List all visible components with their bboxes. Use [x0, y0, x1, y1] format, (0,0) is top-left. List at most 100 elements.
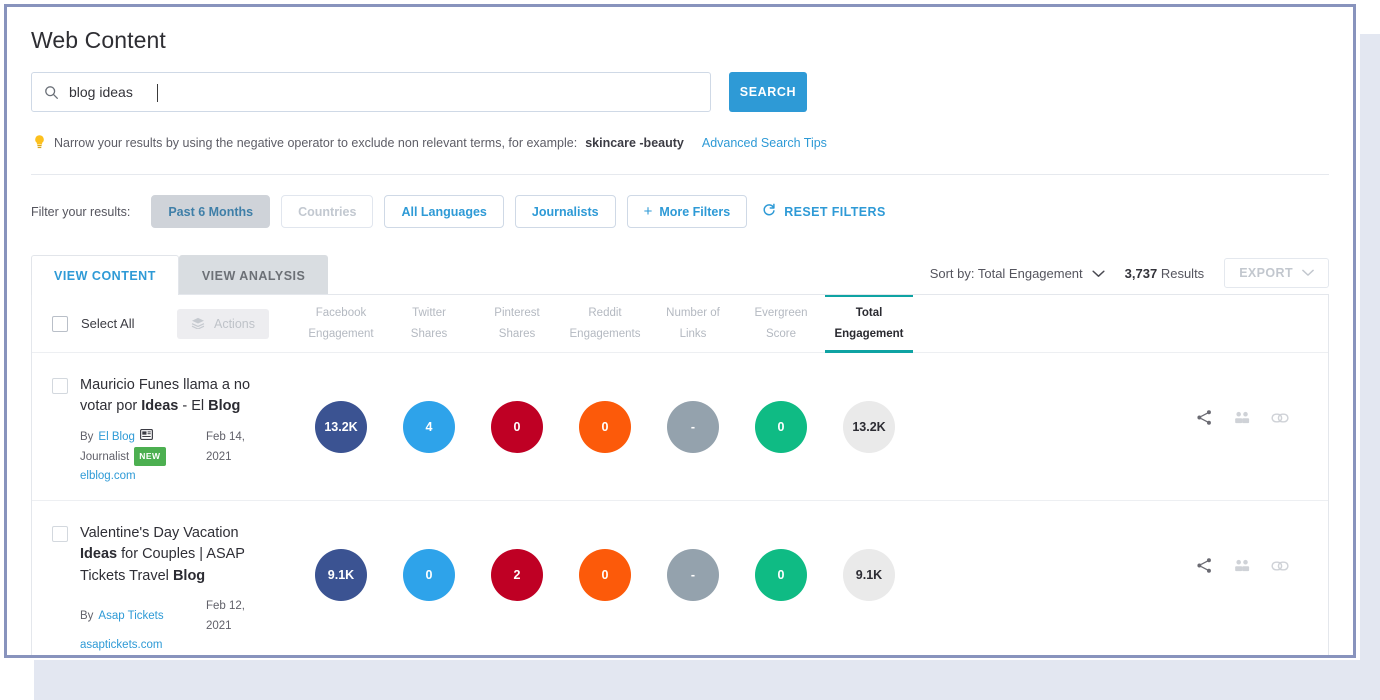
results-count: 3,737 Results [1125, 266, 1205, 281]
share-icon[interactable] [1196, 557, 1213, 574]
result-meta: By El Blog Journalist NEW Feb 14, 2021 [80, 427, 270, 467]
column-label-line2: Engagement [308, 327, 374, 340]
browser-viewport-frame: Web Content SEARCH Narrow your results b… [4, 4, 1356, 658]
journalist-card-icon [139, 427, 153, 447]
share-icon[interactable] [1196, 409, 1213, 426]
column-evergreen-score[interactable]: Evergreen Score [737, 295, 825, 352]
metric-bubble-2: 0 [491, 401, 543, 453]
result-author-block: By El Blog Journalist NEW [80, 427, 200, 467]
web-content-page: Web Content SEARCH Narrow your results b… [7, 7, 1353, 655]
result-domain-link[interactable]: asaptickets.com [80, 639, 270, 651]
result-author-prefix: By [80, 610, 94, 622]
tab-view-analysis[interactable]: VIEW ANALYSIS [178, 255, 329, 295]
metric-cell: 0 [385, 549, 473, 601]
metric-cell: 0 [737, 549, 825, 601]
select-all-checkbox[interactable] [52, 315, 68, 332]
column-facebook-engagement[interactable]: Facebook Engagement [297, 295, 385, 352]
export-label: EXPORT [1239, 266, 1293, 280]
result-info: Mauricio Funes llama a no votar por Idea… [32, 353, 297, 498]
column-label-line1: Number of [666, 307, 720, 320]
metric-cell: 0 [737, 401, 825, 453]
reset-filters-button[interactable]: RESET FILTERS [758, 203, 890, 220]
results-list: Mauricio Funes llama a no votar por Idea… [32, 353, 1328, 655]
search-row: SEARCH [31, 72, 1329, 112]
filter-pill-more-filters[interactable]: + More Filters [626, 195, 748, 228]
search-box[interactable] [31, 72, 711, 112]
result-author-link[interactable]: El Blog [98, 427, 134, 447]
metric-cell: 0 [561, 549, 649, 601]
metric-bubble-3: 0 [579, 401, 631, 453]
results-table-header: Select All Actions Facebook Engagement T… [32, 295, 1328, 353]
column-label-line2: Engagements [569, 327, 641, 340]
result-metrics: 9.1K 0 2 0-0 9.1K [297, 501, 913, 601]
metric-bubble-2: 2 [491, 549, 543, 601]
column-twitter-shares[interactable]: Twitter Shares [385, 295, 473, 352]
metric-cell: 2 [473, 549, 561, 601]
metric-bubble-4: - [667, 401, 719, 453]
column-label-line2: Shares [498, 327, 536, 340]
metric-cell: - [649, 401, 737, 453]
filter-pill-past-6-months[interactable]: Past 6 Months [151, 195, 271, 228]
column-label-line1: Reddit [588, 307, 622, 320]
people-icon[interactable] [1233, 558, 1251, 574]
metric-bubble-6: 9.1K [843, 549, 895, 601]
column-label-line1: Evergreen [754, 307, 808, 320]
results-count-number: 3,737 [1124, 265, 1158, 281]
metric-bubble-1: 0 [403, 549, 455, 601]
tab-view-content[interactable]: VIEW CONTENT [31, 255, 179, 295]
column-label-line2: Score [765, 327, 797, 340]
table-row[interactable]: Valentine's Day Vacation Ideas for Coupl… [32, 501, 1328, 655]
backdrop-top-right [1360, 0, 1380, 34]
tabs-row: VIEW CONTENT VIEW ANALYSIS Sort by: Tota… [7, 255, 1353, 295]
search-hint-example: skincare -beauty [585, 136, 684, 150]
filter-pill-countries[interactable]: Countries [281, 195, 374, 228]
link-icon[interactable] [1271, 411, 1290, 425]
metric-bubble-3: 0 [579, 549, 631, 601]
actions-button[interactable]: Actions [177, 309, 269, 339]
column-label-line2: Engagement [834, 327, 904, 340]
filter-bar: Filter your results: Past 6 Months Count… [7, 175, 1353, 228]
metric-bubble-6: 13.2K [843, 401, 895, 453]
link-icon[interactable] [1271, 559, 1290, 573]
metric-bubble-0: 9.1K [315, 549, 367, 601]
page-title: Web Content [31, 27, 166, 53]
backdrop-bottom-panel [34, 660, 1380, 700]
row-checkbox[interactable] [52, 378, 68, 394]
filter-pill-all-languages[interactable]: All Languages [384, 195, 504, 228]
tab-list: VIEW CONTENT VIEW ANALYSIS [31, 255, 329, 295]
column-reddit-engagements[interactable]: Reddit Engagements [561, 295, 649, 352]
result-title[interactable]: Valentine's Day Vacation Ideas for Coupl… [80, 523, 270, 587]
actions-cell: Actions [177, 295, 297, 352]
column-label-line1: Total [855, 307, 883, 320]
result-author-link[interactable]: Asap Tickets [98, 606, 163, 626]
result-metrics: 13.2K 4 0 0-0 13.2K [297, 353, 913, 453]
select-all-label: Select All [81, 316, 135, 331]
advanced-search-tips-link[interactable]: Advanced Search Tips [702, 136, 827, 150]
result-info: Valentine's Day Vacation Ideas for Coupl… [32, 501, 297, 655]
result-domain-link[interactable]: elblog.com [80, 470, 270, 482]
column-total-engagement[interactable]: Total Engagement [825, 295, 913, 353]
column-label-line2: Shares [410, 327, 448, 340]
table-row[interactable]: Mauricio Funes llama a no votar por Idea… [32, 353, 1328, 501]
metric-bubble-5: 0 [755, 401, 807, 453]
chevron-down-icon [1092, 266, 1105, 281]
metric-bubble-1: 4 [403, 401, 455, 453]
search-input[interactable] [69, 73, 669, 111]
column-pinterest-shares[interactable]: Pinterest Shares [473, 295, 561, 352]
search-hint-text: Narrow your results by using the negativ… [54, 136, 578, 150]
search-icon [44, 85, 59, 100]
row-checkbox[interactable] [52, 526, 68, 542]
people-icon[interactable] [1233, 410, 1251, 426]
results-table: Select All Actions Facebook Engagement T… [31, 294, 1329, 655]
metric-cell: 0 [473, 401, 561, 453]
metric-cell: 9.1K [297, 549, 385, 601]
lightbulb-icon [33, 134, 46, 152]
filter-pill-journalists[interactable]: Journalists [514, 195, 616, 228]
result-title[interactable]: Mauricio Funes llama a no votar por Idea… [80, 375, 270, 418]
column-label-line1: Twitter [412, 307, 446, 320]
export-button[interactable]: EXPORT [1224, 258, 1329, 288]
search-button[interactable]: SEARCH [729, 72, 807, 112]
sort-by-dropdown[interactable]: Sort by: Total Engagement [930, 266, 1105, 281]
column-number-of-links[interactable]: Number of Links [649, 295, 737, 352]
refresh-icon [762, 203, 776, 220]
